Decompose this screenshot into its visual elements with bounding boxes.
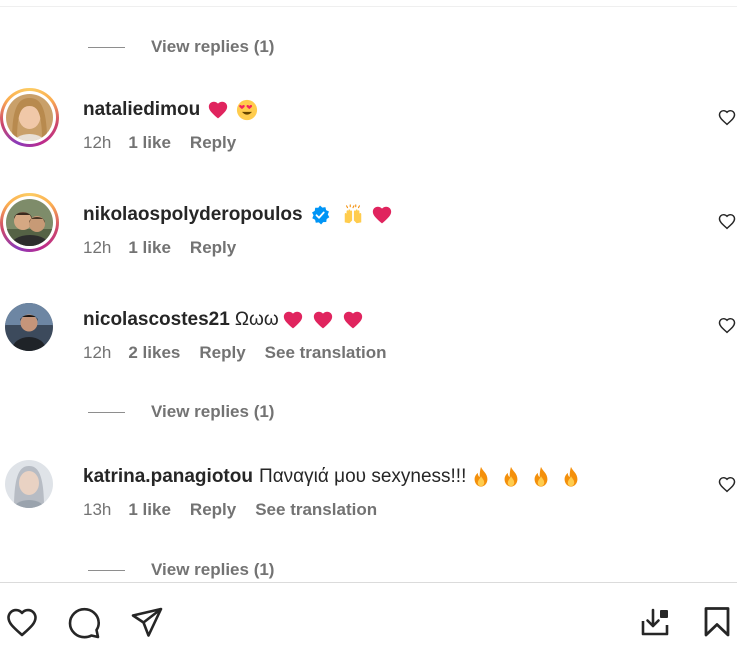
view-replies-button[interactable]: View replies (1) [88, 36, 274, 58]
avatar-story-ring[interactable] [0, 88, 59, 147]
comment-username[interactable]: nicolascostes21 [83, 309, 230, 331]
action-bar-divider [0, 582, 737, 583]
comment-time: 12h [83, 133, 112, 152]
comment-line: katrina.panagiotou Παναγιά μου sexyness!… [83, 464, 582, 490]
replies-dash [88, 411, 125, 413]
reply-button[interactable]: Reply [190, 133, 236, 153]
red-heart-icon [282, 309, 304, 331]
avatar[interactable] [5, 303, 53, 351]
like-comment-heart-icon[interactable] [717, 108, 737, 126]
replies-dash [88, 569, 125, 571]
avatar [6, 199, 53, 246]
comment-time: 12h [83, 343, 112, 362]
view-replies-button[interactable]: View replies (1) [88, 401, 274, 423]
verified-badge-icon [310, 205, 330, 225]
fire-icon [560, 466, 582, 488]
comment-likes[interactable]: 1 like [128, 133, 171, 153]
top-divider [0, 6, 737, 7]
comment-text: Παναγιά μου sexyness!!! [258, 466, 467, 487]
red-heart-icon [371, 204, 393, 226]
comment-meta: 13h 1 like Reply See translation [83, 500, 377, 520]
comment-likes[interactable]: 1 like [128, 500, 171, 520]
comment-likes[interactable]: 2 likes [128, 343, 180, 363]
red-heart-icon [312, 309, 334, 331]
heart-outline-icon[interactable] [4, 604, 40, 640]
view-replies-button[interactable]: View replies (1) [88, 559, 274, 581]
comment-username[interactable]: nikolaospolyderopoulos [83, 204, 303, 226]
comment-text: Ωωω [234, 309, 279, 330]
comment-line: nikolaospolyderopoulos [83, 202, 393, 228]
like-comment-heart-icon[interactable] [717, 212, 737, 230]
speech-bubble-icon[interactable] [66, 604, 102, 640]
comment-likes[interactable]: 1 like [128, 238, 171, 258]
reply-button[interactable]: Reply [190, 500, 236, 520]
view-replies-label: View replies (1) [151, 402, 275, 421]
like-comment-heart-icon[interactable] [717, 316, 737, 334]
comment-meta: 12h 2 likes Reply See translation [83, 343, 387, 363]
comment-time: 12h [83, 238, 112, 257]
comment-line: nicolascostes21 Ωωω [83, 307, 364, 333]
fire-icon [500, 466, 522, 488]
like-comment-heart-icon[interactable] [717, 475, 737, 493]
heart-eyes-icon [236, 99, 258, 121]
view-replies-label: View replies (1) [151, 37, 275, 56]
avatar[interactable] [5, 460, 53, 508]
red-heart-icon [342, 309, 364, 331]
comment-username[interactable]: nataliedimou [83, 99, 200, 121]
comment-item: katrina.panagiotou Παναγιά μου sexyness!… [0, 455, 737, 527]
comment-item: nicolascostes21 Ωωω 12h 2 likes Reply Se… [0, 298, 737, 370]
fire-icon [470, 466, 492, 488]
paper-plane-icon[interactable] [129, 604, 165, 640]
reply-button[interactable]: Reply [199, 343, 245, 363]
view-replies-label: View replies (1) [151, 560, 275, 579]
see-translation-button[interactable]: See translation [255, 500, 377, 520]
reply-button[interactable]: Reply [190, 238, 236, 258]
comment-item: nikolaospolyderopoulos 12h 1 like Reply [0, 193, 737, 265]
comment-username[interactable]: katrina.panagiotou [83, 466, 253, 488]
comment-line: nataliedimou [83, 97, 258, 123]
red-heart-icon [207, 99, 229, 121]
comment-item: nataliedimou 12h 1 like Reply [0, 88, 737, 160]
raising-hands-icon [342, 204, 364, 226]
bookmark-icon[interactable] [699, 604, 735, 640]
download-to-collection-icon[interactable] [637, 604, 673, 640]
comment-time: 13h [83, 500, 112, 519]
replies-dash [88, 46, 125, 48]
avatar-story-ring[interactable] [0, 193, 59, 252]
avatar [6, 94, 53, 141]
fire-icon [530, 466, 552, 488]
see-translation-button[interactable]: See translation [265, 343, 387, 363]
comment-meta: 12h 1 like Reply [83, 238, 255, 258]
comment-meta: 12h 1 like Reply [83, 133, 255, 153]
